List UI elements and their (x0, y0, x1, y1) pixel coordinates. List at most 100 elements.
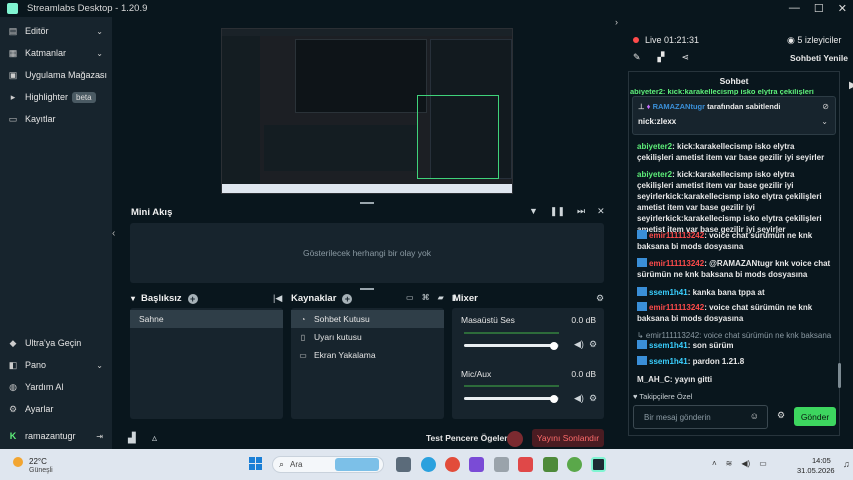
task-view-icon[interactable] (396, 457, 411, 472)
volume-slider[interactable] (464, 341, 559, 350)
sidebar-item-highlighter[interactable]: ▸ Highlighter beta (0, 86, 112, 108)
emoji-icon[interactable]: ☺ (750, 411, 759, 421)
mixer-settings-icon[interactable]: ⚙ (596, 293, 604, 304)
filter-icon[interactable]: ▼ (529, 206, 538, 217)
sidebar-item-help[interactable]: ◍ Yardım Al (0, 376, 112, 398)
volume-knob[interactable] (550, 394, 559, 403)
sidebar-item-store[interactable]: ▣ Uygulama Mağazası ⌄ (0, 64, 112, 86)
performance-alert-icon[interactable]: ▵ (152, 433, 157, 444)
speaker-icon[interactable]: ◀) (741, 459, 750, 468)
streamlabs-icon[interactable] (591, 457, 606, 472)
system-tray: ˄ ≋ ◀) ▭ (712, 459, 767, 468)
chat-username[interactable]: emir111113242 (649, 303, 704, 312)
chat-username[interactable]: ssem1h41 (649, 288, 688, 297)
wifi-icon[interactable]: ≋ (726, 459, 733, 468)
edit-icon[interactable]: ✎ (633, 52, 641, 63)
source-item[interactable]: ▯ Uyarı kutusu (291, 328, 444, 346)
chevron-up-icon[interactable]: ˄ (712, 459, 717, 468)
logout-icon[interactable]: ⇥ (96, 432, 103, 441)
source-item[interactable]: ▭ Ekran Yakalama (291, 346, 444, 364)
preview-taskbar (222, 184, 512, 193)
chat-settings-icon[interactable]: ⚙ (777, 410, 785, 421)
chat-username[interactable]: M_AH_C (637, 375, 670, 384)
channel-settings-icon[interactable]: ⚙ (589, 339, 597, 350)
scene-item[interactable]: Sahne (130, 310, 283, 328)
recordings-icon: ▭ (8, 113, 18, 124)
chrome-icon[interactable] (445, 457, 460, 472)
followers-only-label: Takipçilere Özel (639, 392, 693, 401)
source-item[interactable]: ◔ Sohbet Kutusu (291, 310, 444, 328)
chat-input[interactable]: Bir mesaj gönderin ☺ (633, 405, 768, 429)
window-controls: — ☐ ✕ (789, 2, 847, 15)
chat-username[interactable]: abiyeter2 (637, 142, 672, 151)
mute-icon[interactable]: ✕ (597, 206, 605, 217)
chat-input-placeholder: Bir mesaj gönderin (644, 413, 711, 422)
chat-username[interactable]: ssem1h41 (649, 341, 688, 350)
sidebar-item-ultra[interactable]: ◆ Ultra'ya Geçin (0, 332, 112, 354)
app-icon[interactable] (494, 457, 509, 472)
chevron-down-icon[interactable]: ▾ (131, 294, 135, 303)
chat-username[interactable]: abiyeter2 (637, 170, 672, 179)
source-label: Uyarı kutusu (314, 332, 362, 342)
resize-handle[interactable] (360, 202, 374, 204)
media-icon[interactable] (518, 457, 533, 472)
start-icon[interactable] (249, 457, 262, 470)
minecraft-icon[interactable] (543, 457, 558, 472)
sidebar-user[interactable]: K ramazantugr ⇥ (0, 425, 112, 447)
browser-icon[interactable] (567, 457, 582, 472)
sidebar-item-editor[interactable]: ▤ Editör ⌄ (0, 20, 112, 42)
collapse-dock-icon[interactable]: |◀ (273, 293, 282, 304)
volume-slider[interactable] (464, 394, 559, 403)
source-link-icon[interactable]: ⌘ (422, 293, 430, 302)
clock-time[interactable]: 14:05 (812, 456, 831, 465)
search-box[interactable]: ⌕ Ara (272, 456, 384, 473)
sidebar-item-recordings[interactable]: ▭ Kayıtlar (0, 108, 112, 130)
weather-temp[interactable]: 22°C (29, 457, 47, 466)
volume-knob[interactable] (550, 341, 559, 350)
speaker-icon[interactable]: ◀) (574, 393, 584, 404)
chat-scrollbar[interactable] (838, 363, 841, 388)
refresh-chat-button[interactable]: Sohbeti Yenile (790, 53, 848, 63)
search-highlight-icon (335, 458, 379, 471)
unpin-icon[interactable]: ⊘ (822, 102, 829, 111)
skip-icon[interactable]: ⏭ (577, 206, 585, 217)
test-widgets-label[interactable]: Test Pencere Ögeleri (426, 433, 510, 443)
clip-icon[interactable]: ▞ (658, 52, 665, 63)
speaker-icon[interactable]: ◀) (574, 339, 584, 350)
collapse-left-icon[interactable]: ‹ (112, 228, 122, 239)
chat-username[interactable]: emir111113242 (649, 231, 704, 240)
chevron-down-icon[interactable]: ⌄ (821, 117, 828, 126)
sidebar-item-dashboard[interactable]: ◧ Pano ⌄ (0, 354, 112, 376)
resize-handle[interactable] (360, 288, 374, 290)
notification-bell-icon[interactable]: ♫ (843, 459, 850, 469)
stats-icon[interactable]: ▟ (128, 433, 136, 444)
channel-settings-icon[interactable]: ⚙ (589, 393, 597, 404)
close-icon[interactable]: ✕ (838, 2, 847, 15)
stream-preview[interactable] (221, 28, 513, 194)
minimize-icon[interactable]: — (789, 2, 800, 15)
sidebar-item-label: Kayıtlar (25, 114, 56, 124)
send-button[interactable]: Gönder (794, 407, 836, 426)
sidebar-item-layers[interactable]: ▦ Katmanlar ⌄ (0, 42, 112, 64)
share-icon[interactable]: ⋖ (681, 52, 689, 63)
sidebar-item-label: Yardım Al (25, 382, 64, 392)
folder-icon[interactable]: ▰ (438, 293, 444, 302)
telegram-icon[interactable] (421, 457, 436, 472)
sidebar-item-settings[interactable]: ⚙ Ayarlar (0, 398, 112, 420)
chat-username[interactable]: ssem1h41 (649, 357, 688, 366)
slack-icon[interactable] (469, 457, 484, 472)
maximize-icon[interactable]: ☐ (814, 2, 824, 15)
record-button[interactable] (507, 431, 523, 447)
weather-icon[interactable] (13, 457, 23, 467)
collapse-right-icon[interactable]: › (615, 17, 618, 27)
add-scene-icon[interactable]: + (187, 293, 198, 304)
source-view-icon[interactable]: ▭ (406, 293, 414, 302)
end-stream-button[interactable]: Yayını Sonlandır (532, 429, 604, 447)
kick-logo-icon: K (9, 431, 17, 441)
pinned-message[interactable]: ⊥ ♦ RAMAZANtugr tarafından sabitlendi ⊘ … (632, 96, 836, 135)
add-source-icon[interactable]: + (342, 293, 353, 304)
pause-icon[interactable]: ❚❚ (550, 206, 565, 217)
chat-username[interactable]: emir111113242 (649, 259, 704, 268)
battery-icon[interactable]: ▭ (759, 459, 767, 468)
clock-date[interactable]: 31.05.2026 (797, 466, 835, 475)
